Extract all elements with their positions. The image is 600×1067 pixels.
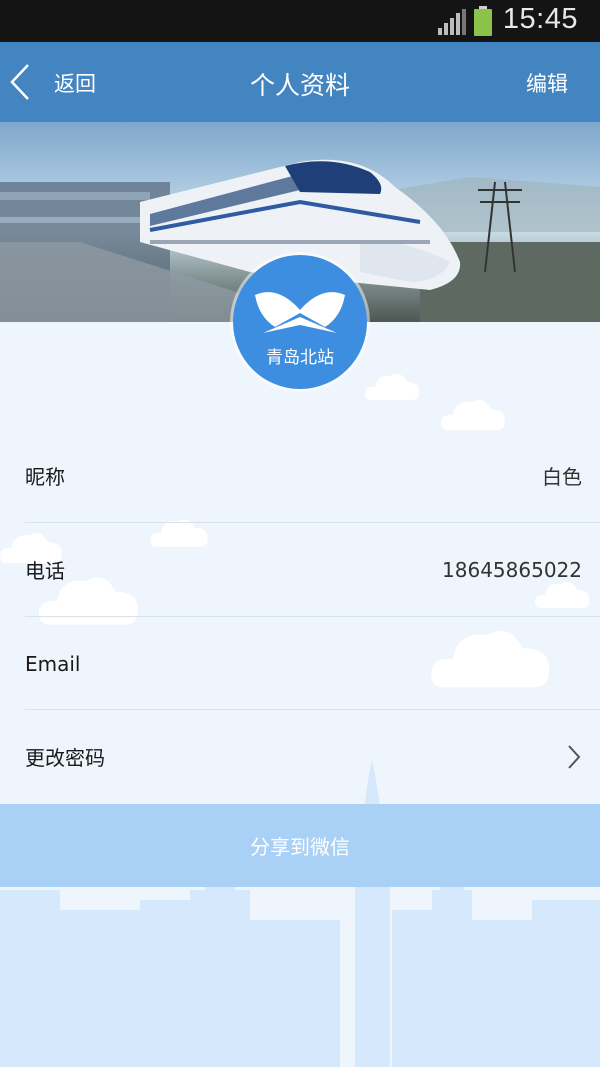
phone-label: 电话 xyxy=(25,559,65,583)
chevron-right-icon xyxy=(568,744,581,769)
cloud-icon xyxy=(365,374,420,400)
nickname-row[interactable]: 昵称 白色 xyxy=(0,429,600,522)
signal-icon xyxy=(438,9,466,35)
app-header: 返回 个人资料 编辑 xyxy=(0,42,600,122)
change-password-label: 更改密码 xyxy=(25,746,105,770)
phone-value: 18645865022 xyxy=(442,557,582,582)
share-wechat-button[interactable]: 分享到微信 xyxy=(0,804,600,887)
status-time: 15:45 xyxy=(502,3,578,35)
email-label: Email xyxy=(25,651,81,676)
phone-row[interactable]: 电话 18645865022 xyxy=(0,523,600,616)
page-title: 个人资料 xyxy=(249,71,350,100)
nickname-value: 白色 xyxy=(542,465,582,489)
change-password-row[interactable]: 更改密码 xyxy=(0,710,600,803)
status-bar: 15:45 xyxy=(0,0,600,42)
avatar[interactable]: 青岛北站 xyxy=(233,255,367,389)
avatar-label: 青岛北站 xyxy=(266,348,334,368)
email-row[interactable]: Email xyxy=(0,617,600,710)
station-logo-icon xyxy=(255,292,345,333)
battery-icon xyxy=(474,6,492,36)
edit-button[interactable]: 编辑 xyxy=(526,68,568,98)
nickname-label: 昵称 xyxy=(25,465,65,489)
